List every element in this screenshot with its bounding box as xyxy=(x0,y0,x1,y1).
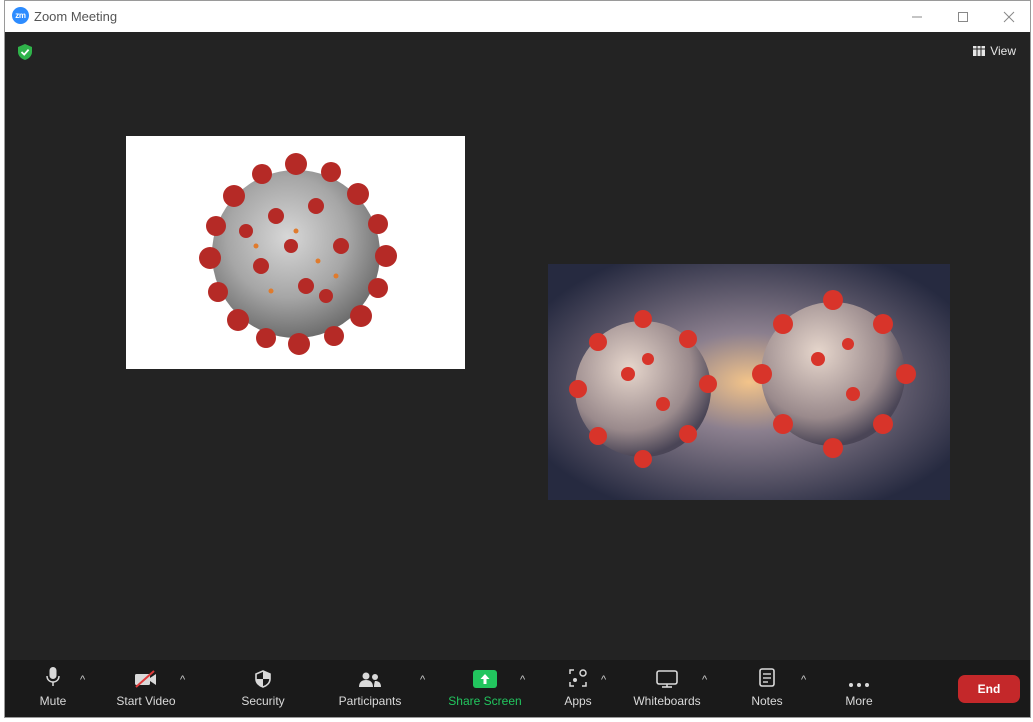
meeting-stage: View xyxy=(5,32,1030,660)
share-screen-icon xyxy=(473,670,497,688)
participants-button[interactable]: Participants xyxy=(335,660,405,717)
participants-label: Participants xyxy=(338,694,402,708)
window-title: Zoom Meeting xyxy=(34,9,118,24)
maximize-icon xyxy=(958,11,968,22)
video-options-caret-icon[interactable]: ^ xyxy=(180,674,185,686)
minimize-icon xyxy=(912,16,922,17)
close-icon xyxy=(1003,11,1015,22)
more-button[interactable]: More xyxy=(839,660,879,717)
virus-closeup-image xyxy=(548,264,950,500)
video-tile-2[interactable] xyxy=(548,264,950,500)
logo-text: zm xyxy=(15,11,26,20)
apps-label: Apps xyxy=(564,694,592,708)
more-label: More xyxy=(845,694,873,708)
whiteboards-button[interactable]: Whiteboards xyxy=(629,660,705,717)
security-label: Security xyxy=(241,694,285,708)
minimize-button[interactable] xyxy=(894,1,940,32)
participants-options-caret-icon[interactable]: ^ xyxy=(420,674,425,686)
video-tile-1[interactable] xyxy=(126,136,465,369)
notes-label: Notes xyxy=(751,694,783,708)
security-shield-icon xyxy=(255,670,271,688)
notes-options-caret-icon[interactable]: ^ xyxy=(801,674,806,686)
microphone-icon xyxy=(46,667,60,686)
zoom-logo-icon: zm xyxy=(12,7,29,24)
security-button[interactable]: Security xyxy=(237,660,289,717)
virus-image xyxy=(199,153,397,355)
participants-icon xyxy=(359,672,381,687)
share-options-caret-icon[interactable]: ^ xyxy=(520,674,525,686)
whiteboards-options-caret-icon[interactable]: ^ xyxy=(702,674,707,686)
end-meeting-button[interactable]: End xyxy=(958,675,1020,703)
video-off-icon xyxy=(135,670,156,688)
mute-label: Mute xyxy=(39,694,67,708)
maximize-button[interactable] xyxy=(940,1,986,32)
close-button[interactable] xyxy=(986,1,1030,32)
grid-view-icon xyxy=(973,46,986,56)
zoom-window: zm Zoom Meeting View Mute ^ Start Video … xyxy=(4,0,1031,718)
mute-options-caret-icon[interactable]: ^ xyxy=(80,674,85,686)
view-button[interactable]: View xyxy=(973,44,1016,58)
view-label: View xyxy=(990,44,1016,58)
whiteboard-icon xyxy=(656,670,678,688)
notes-icon xyxy=(759,668,775,687)
notes-button[interactable]: Notes xyxy=(745,660,789,717)
apps-options-caret-icon[interactable]: ^ xyxy=(601,674,606,686)
meeting-toolbar: Mute ^ Start Video ^ Security Participan… xyxy=(5,660,1030,717)
title-bar: zm Zoom Meeting xyxy=(5,1,1030,32)
shield-check-icon[interactable] xyxy=(18,44,32,65)
apps-button[interactable]: Apps xyxy=(558,660,598,717)
mute-button[interactable]: Mute xyxy=(33,660,73,717)
more-icon xyxy=(849,683,869,687)
whiteboards-label: Whiteboards xyxy=(633,694,701,708)
start-video-button[interactable]: Start Video xyxy=(113,660,179,717)
start-video-label: Start Video xyxy=(116,694,176,708)
share-screen-label: Share Screen xyxy=(448,694,522,708)
apps-icon xyxy=(569,669,587,687)
share-screen-button[interactable]: Share Screen xyxy=(447,660,523,717)
